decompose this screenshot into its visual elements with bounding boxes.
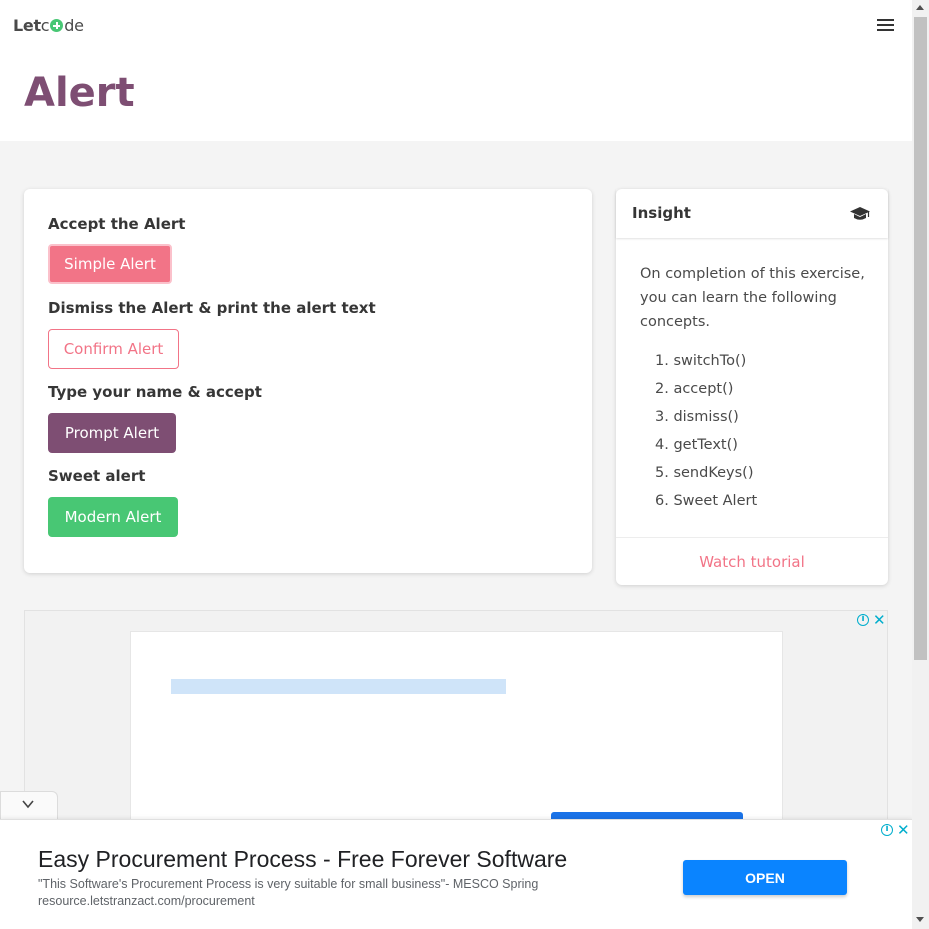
ad-open-button[interactable]: OPEN xyxy=(683,860,847,895)
scroll-down-arrow-icon[interactable] xyxy=(916,917,924,922)
insight-footer: Watch tutorial xyxy=(616,537,888,585)
accept-alert-label: Accept the Alert xyxy=(48,215,186,233)
bottom-ad-choices[interactable]: i ✕ xyxy=(881,821,910,839)
ad-description: "This Software's Procurement Process is … xyxy=(38,877,539,891)
concept-item: 4. getText() xyxy=(655,437,738,453)
hamburger-menu-icon[interactable] xyxy=(877,18,894,32)
type-name-label: Type your name & accept xyxy=(48,383,262,401)
chevron-down-icon xyxy=(22,800,34,809)
prompt-alert-button[interactable]: Prompt Alert xyxy=(48,413,176,453)
ad-content-frame[interactable] xyxy=(130,631,783,822)
ad-choices[interactable]: i ✕ xyxy=(857,611,886,629)
page-scrollbar[interactable] xyxy=(912,0,929,929)
logo-prefix: Let xyxy=(13,16,41,35)
graduation-cap-icon xyxy=(850,207,870,220)
modern-alert-button[interactable]: Modern Alert xyxy=(48,497,178,537)
ad-close-icon[interactable]: ✕ xyxy=(873,611,886,629)
dismiss-alert-label: Dismiss the Alert & print the alert text xyxy=(48,299,376,317)
concept-item: 3. dismiss() xyxy=(655,409,739,425)
confirm-alert-button[interactable]: Confirm Alert xyxy=(48,329,179,369)
insight-header: Insight xyxy=(616,189,888,238)
ad-title[interactable]: Easy Procurement Process - Free Forever … xyxy=(38,846,567,873)
insight-card: Insight On completion of this exercise, … xyxy=(616,189,888,585)
scroll-up-arrow-icon[interactable] xyxy=(916,5,924,10)
concept-item: 1. switchTo() xyxy=(655,353,747,369)
ad-close-icon[interactable]: ✕ xyxy=(897,821,910,839)
plus-circle-icon xyxy=(50,19,64,32)
collapse-ad-tab[interactable] xyxy=(0,791,58,819)
page-title: Alert xyxy=(24,70,135,116)
sweet-alert-label: Sweet alert xyxy=(48,467,146,485)
ad-info-icon[interactable]: i xyxy=(857,614,869,626)
logo-suffix: de xyxy=(64,16,84,35)
insight-title: Insight xyxy=(632,204,691,222)
hero-section: Alert xyxy=(0,52,912,141)
ad-loading-bar xyxy=(171,679,506,694)
bottom-ad[interactable]: Easy Procurement Process - Free Forever … xyxy=(0,819,912,929)
concept-item: 2. accept() xyxy=(655,381,734,397)
simple-alert-button[interactable]: Simple Alert xyxy=(48,244,172,284)
ad-banner xyxy=(24,610,888,822)
concepts-list: 1. switchTo() 2. accept() 3. dismiss() 4… xyxy=(655,347,757,515)
scroll-thumb[interactable] xyxy=(914,17,927,660)
concept-item: 5. sendKeys() xyxy=(655,465,754,481)
concept-item: 6. Sweet Alert xyxy=(655,493,758,509)
navbar: Let c de xyxy=(0,0,912,52)
insight-description: On completion of this exercise, you can … xyxy=(640,266,865,330)
ad-url[interactable]: resource.letstranzact.com/procurement xyxy=(38,894,255,908)
alerts-card: Accept the Alert Simple Alert Dismiss th… xyxy=(24,189,592,573)
logo[interactable]: Let c de xyxy=(13,16,84,35)
watch-tutorial-link[interactable]: Watch tutorial xyxy=(699,553,805,571)
ad-info-icon[interactable]: i xyxy=(881,824,893,836)
logo-c: c xyxy=(40,16,50,35)
